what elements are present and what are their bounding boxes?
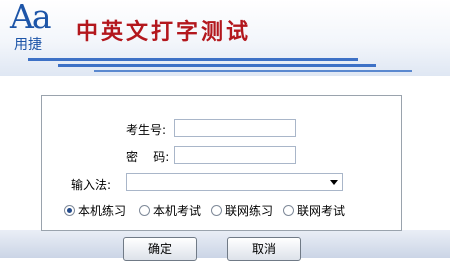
mode-label: 本机练习 — [78, 203, 127, 218]
logo-subtitle: 用捷 — [14, 37, 42, 53]
radio-selected-icon[interactable] — [64, 204, 75, 216]
password-label: 密 码: — [126, 150, 170, 164]
input-method-label: 输入法: — [71, 178, 112, 192]
mode-radio-local-practice[interactable]: 本机练习 — [64, 202, 126, 218]
decorative-stripe — [94, 70, 412, 72]
exam-number-label: 考生号: — [126, 123, 167, 137]
mode-label: 联网练习 — [225, 203, 274, 218]
mode-label: 联网考试 — [297, 203, 346, 218]
logo-mark: Aa — [10, 0, 51, 36]
radio-icon[interactable] — [211, 204, 222, 216]
mode-label: 本机考试 — [153, 203, 202, 218]
mode-radio-network-practice[interactable]: 联网练习 — [211, 202, 273, 218]
ok-button[interactable]: 确定 — [123, 237, 197, 261]
decorative-stripe — [58, 64, 376, 67]
password-input[interactable] — [174, 146, 296, 164]
header-banner: Aa 用捷 中英文打字测试 — [0, 0, 450, 76]
mode-radio-local-exam[interactable]: 本机考试 — [139, 202, 201, 218]
radio-icon[interactable] — [283, 204, 294, 216]
exam-number-input[interactable] — [174, 119, 296, 137]
decorative-stripe — [28, 58, 358, 61]
footer-band — [0, 230, 450, 258]
chevron-down-icon[interactable] — [330, 180, 338, 185]
app-title: 中英文打字测试 — [76, 19, 252, 45]
mode-radio-network-exam[interactable]: 联网考试 — [283, 202, 345, 218]
login-panel: 考生号: 密 码: 输入法: 本机练习 本机考试 联网练习 联网考试 — [41, 95, 402, 231]
radio-icon[interactable] — [139, 204, 150, 216]
input-method-select[interactable] — [126, 173, 343, 191]
cancel-button[interactable]: 取消 — [227, 237, 301, 261]
